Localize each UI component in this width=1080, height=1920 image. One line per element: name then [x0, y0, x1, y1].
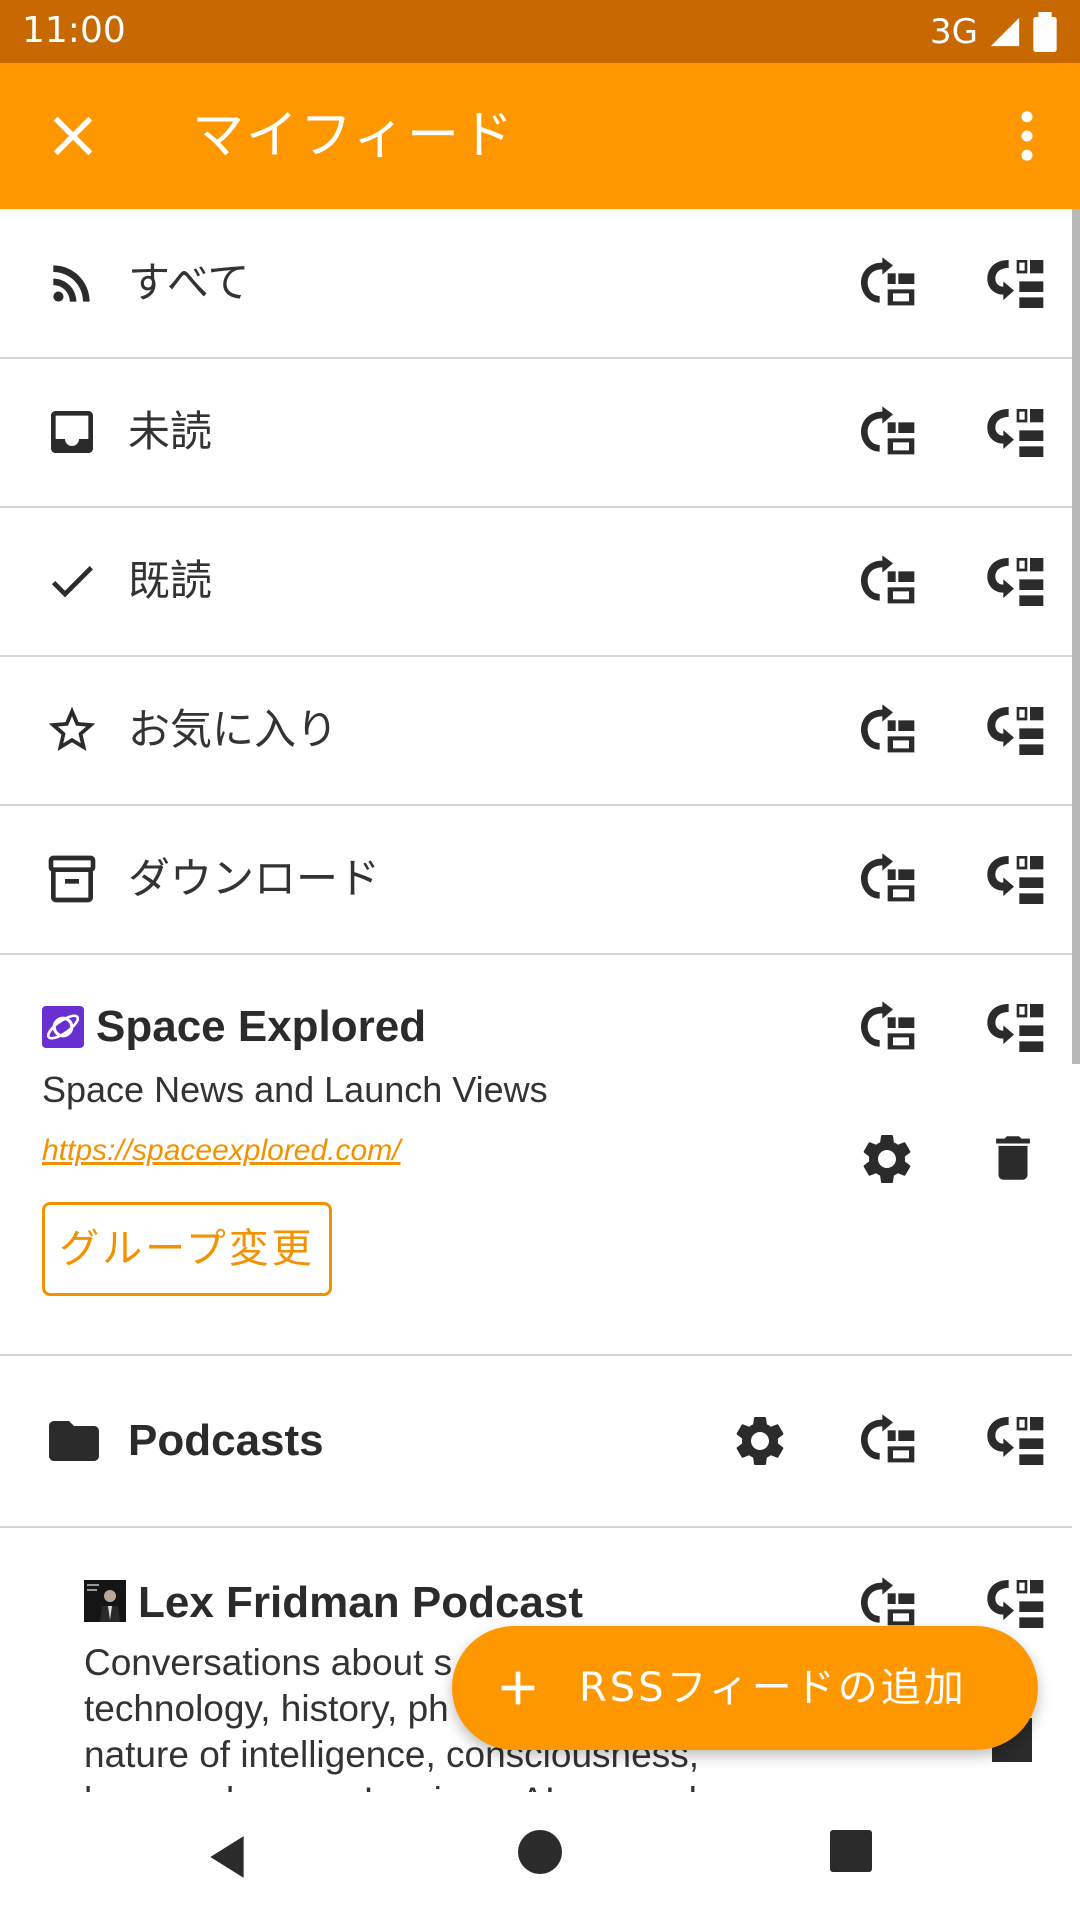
- restore-list-icon[interactable]: [982, 1409, 1046, 1473]
- status-bar: 11:00 3G: [0, 0, 1080, 63]
- battery-icon: [1033, 12, 1057, 52]
- restore-list-icon[interactable]: [982, 550, 1046, 614]
- check-icon: [51, 566, 93, 598]
- feed-favicon: [42, 1006, 84, 1048]
- list-item-label: お気に入り: [128, 705, 339, 754]
- plus-icon: [501, 1671, 535, 1705]
- status-time: 11:00: [22, 10, 126, 51]
- network-type: 3G: [930, 12, 978, 52]
- planet-icon: [46, 1014, 80, 1040]
- folder-row-podcasts[interactable]: Podcasts: [0, 1356, 1072, 1528]
- star-icon: [48, 706, 96, 751]
- restore-list-icon[interactable]: [982, 996, 1046, 1060]
- back-icon[interactable]: [202, 1832, 252, 1882]
- list-item-unread[interactable]: 未読: [0, 359, 1072, 508]
- restore-list-icon[interactable]: [982, 1572, 1046, 1636]
- app-bar: マイフィード: [0, 63, 1080, 209]
- fab-label: RSSフィードの追加: [579, 1665, 967, 1711]
- list-item-label: 既読: [128, 556, 213, 605]
- recents-icon[interactable]: [830, 1830, 872, 1872]
- feed-url-link[interactable]: https://spaceexplored.com/: [42, 1129, 401, 1173]
- folder-icon: [49, 1421, 99, 1461]
- list-item-favorites[interactable]: お気に入り: [0, 657, 1072, 806]
- refresh-list-icon[interactable]: [853, 252, 917, 316]
- close-icon[interactable]: [40, 103, 106, 169]
- gear-icon[interactable]: [730, 1411, 790, 1471]
- feed-title: Lex Fridman Podcast: [138, 1578, 584, 1627]
- list-item-label: すべて: [128, 258, 250, 307]
- restore-list-icon[interactable]: [982, 401, 1046, 465]
- scrollbar-thumb[interactable]: [1072, 209, 1080, 1064]
- feed-description: Space News and Launch Views: [42, 1069, 548, 1110]
- refresh-list-icon[interactable]: [853, 848, 917, 912]
- home-icon[interactable]: [518, 1830, 562, 1874]
- change-group-button[interactable]: グループ変更: [42, 1202, 332, 1296]
- list-item-label: 未読: [128, 407, 213, 456]
- page-title: マイフィード: [192, 106, 515, 166]
- gear-icon[interactable]: [857, 1129, 917, 1189]
- add-rss-feed-button[interactable]: RSSフィードの追加: [452, 1626, 1038, 1750]
- archive-icon: [48, 855, 96, 903]
- restore-list-icon[interactable]: [982, 699, 1046, 763]
- restore-list-icon[interactable]: [982, 848, 1046, 912]
- refresh-list-icon[interactable]: [853, 401, 917, 465]
- more-vert-icon[interactable]: [994, 103, 1060, 169]
- refresh-list-icon[interactable]: [853, 550, 917, 614]
- feed-title: Space Explored: [96, 1002, 427, 1051]
- list-item-label: ダウンロード: [128, 854, 381, 903]
- refresh-list-icon[interactable]: [853, 1409, 917, 1473]
- list-item-downloads[interactable]: ダウンロード: [0, 806, 1072, 955]
- folder-label: Podcasts: [128, 1416, 324, 1465]
- refresh-list-icon[interactable]: [853, 699, 917, 763]
- inbox-icon: [51, 411, 93, 453]
- list-item-read[interactable]: 既読: [0, 508, 1072, 657]
- status-indicators: 3G: [930, 10, 1058, 54]
- feed-card[interactable]: Space Explored Space News and Launch Vie…: [0, 954, 1072, 1356]
- signal-icon: [990, 17, 1020, 47]
- trash-icon[interactable]: [984, 1129, 1042, 1187]
- restore-list-icon[interactable]: [982, 252, 1046, 316]
- refresh-list-icon[interactable]: [853, 996, 917, 1060]
- rss-icon: [53, 265, 90, 302]
- system-nav-bar: [0, 1792, 1080, 1920]
- list-item-all[interactable]: すべて: [0, 210, 1072, 359]
- podcast-thumbnail: [84, 1580, 126, 1622]
